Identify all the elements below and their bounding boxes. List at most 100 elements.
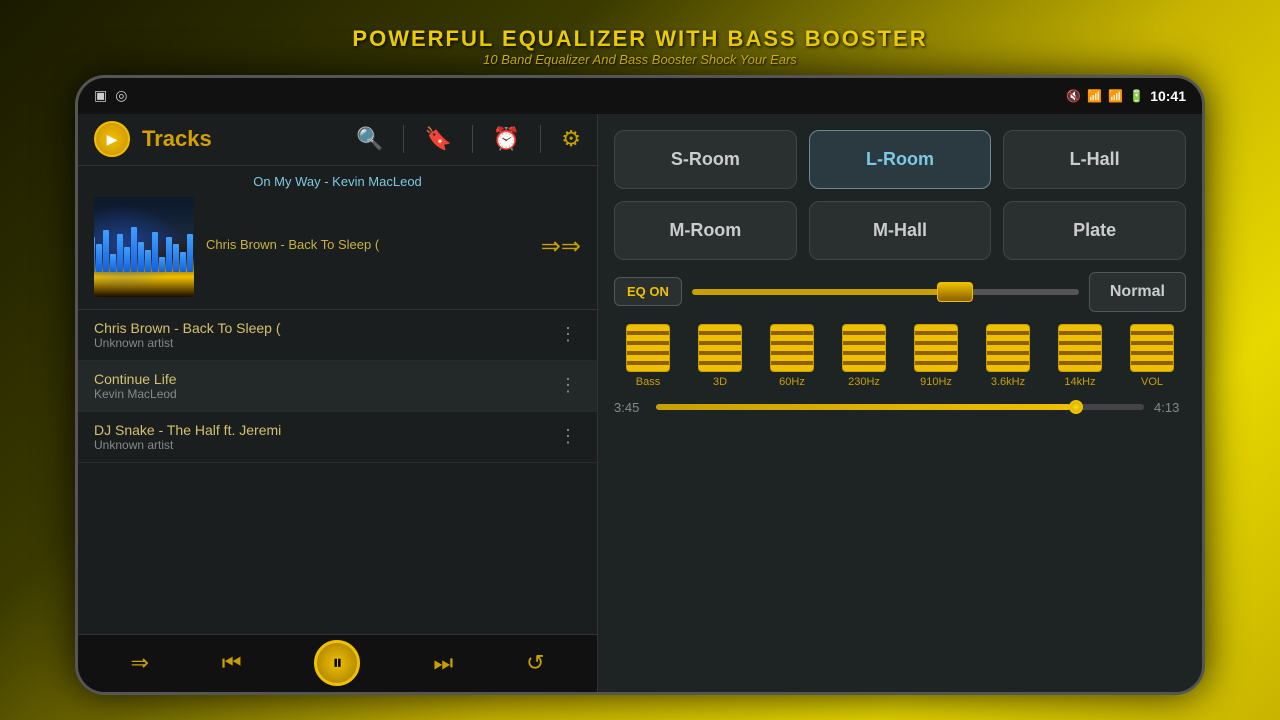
track-info: Continue Life Kevin MacLeod [94,371,555,401]
vis-bar [180,252,186,272]
status-bar: ▣ ◎ 🔇 📶 📶 🔋 10:41 [78,78,1202,114]
eq-band-slider[interactable] [770,324,814,372]
loop-button[interactable]: ↺ [526,650,544,676]
np-song-name: Chris Brown - Back To Sleep ( [206,237,521,252]
track-artist: Unknown artist [94,438,555,452]
play-header-button[interactable]: ▶ [94,121,130,157]
status-icon-1: ▣ [94,87,107,104]
reverb-button[interactable]: S-Room [614,130,797,189]
eq-band: 14kHz [1046,324,1114,388]
track-item[interactable]: DJ Snake - The Half ft. Jeremi Unknown a… [78,412,597,463]
eq-band-slider[interactable] [698,324,742,372]
vis-bar [138,242,144,272]
track-item[interactable]: Continue Life Kevin MacLeod ⋮ [78,361,597,412]
track-menu-icon[interactable]: ⋮ [555,422,581,451]
reverb-button[interactable]: M-Room [614,201,797,260]
eq-on-button[interactable]: EQ ON [614,277,682,306]
track-item[interactable]: Chris Brown - Back To Sleep ( Unknown ar… [78,310,597,361]
tracks-label: Tracks [142,126,212,152]
header-divider-1 [403,125,404,153]
normal-button[interactable]: Normal [1089,272,1186,312]
vis-bar [117,234,123,272]
vis-bar [103,230,109,272]
pause-icon: ⏸ [332,652,342,675]
eq-band-slider[interactable] [986,324,1030,372]
vis-bar [173,244,179,272]
next-icon: ⏭ [433,650,453,676]
eq-band-label: 3D [713,376,727,388]
shuffle-icon: ⇒ [130,650,148,676]
search-icon[interactable]: 🔍 [356,126,383,152]
mute-icon: 🔇 [1066,89,1081,103]
controls-bar: ⇒ ⏮ ⏸ ⏭ ↺ [78,634,597,692]
battery-icon: 🔋 [1129,89,1144,103]
header-divider-3 [540,125,541,153]
now-playing-section: On My Way - Kevin MacLeod Chris Brown - … [78,166,597,310]
header-icons: 🔍 🔖 ⏰ ⚙ [356,125,581,153]
vis-bar [124,247,130,272]
vis-bar [159,257,165,272]
reverb-button[interactable]: M-Hall [809,201,992,260]
eq-band: 3.6kHz [974,324,1042,388]
progress-thumb [1069,400,1083,414]
track-name: DJ Snake - The Half ft. Jeremi [94,422,555,438]
bookmark-icon[interactable]: 🔖 [424,126,451,152]
eq-band: 230Hz [830,324,898,388]
eq-band-slider[interactable] [842,324,886,372]
eq-band-slider[interactable] [626,324,670,372]
album-art [94,197,194,297]
track-name: Chris Brown - Back To Sleep ( [94,320,555,336]
reverb-button[interactable]: L-Hall [1003,130,1186,189]
eq-master-slider[interactable] [692,280,1079,304]
eq-controls-row: EQ ON Normal [614,272,1186,312]
next-button[interactable]: ⏭ [433,650,453,676]
eq-band-label: 60Hz [779,376,805,388]
app-subtitle: 10 Band Equalizer And Bass Booster Shock… [352,52,927,67]
track-info: DJ Snake - The Half ft. Jeremi Unknown a… [94,422,555,452]
vis-bar [110,254,116,272]
app-title: POWERFUL EQUALIZER WITH BASS BOOSTER [352,26,927,52]
eq-band-label: 910Hz [920,376,952,388]
track-artist: Unknown artist [94,336,555,350]
right-panel: S-RoomL-RoomL-Hall M-RoomM-HallPlate EQ O… [598,114,1202,692]
vis-bar [152,232,158,272]
eq-band-label: 3.6kHz [991,376,1025,388]
prev-icon: ⏮ [222,650,242,676]
eq-band-slider[interactable] [914,324,958,372]
visualizer-bars [94,222,194,272]
eq-bands: Bass 3D 60Hz 230Hz 910Hz 3.6kHz 14kHz VO… [614,324,1186,388]
track-list: Chris Brown - Back To Sleep ( Unknown ar… [78,310,597,634]
vis-bar [194,247,195,272]
prev-button[interactable]: ⏮ [222,650,242,676]
track-artist: Kevin MacLeod [94,387,555,401]
app-body: ▶ Tracks 🔍 🔖 ⏰ ⚙ On My Way - Kevin MacLe… [78,114,1202,692]
track-menu-icon[interactable]: ⋮ [555,371,581,400]
total-time: 4:13 [1154,400,1186,415]
eq-band: 910Hz [902,324,970,388]
track-name: Continue Life [94,371,555,387]
eq-band-label: 230Hz [848,376,880,388]
now-playing-info: Chris Brown - Back To Sleep ( [206,237,521,256]
reverb-button[interactable]: Plate [1003,201,1186,260]
device-frame: ▣ ◎ 🔇 📶 📶 🔋 10:41 ▶ Tracks 🔍 🔖 ⏰ [75,75,1205,695]
track-menu-icon[interactable]: ⋮ [555,320,581,349]
signal-icon: 📶 [1108,89,1123,103]
current-time: 3:45 [614,400,646,415]
settings-icon[interactable]: ⚙ [561,126,581,152]
eq-band-slider[interactable] [1130,324,1174,372]
eq-band: VOL [1118,324,1186,388]
vis-bar [131,227,137,272]
status-left-icons: ▣ ◎ [94,87,127,104]
forward-button[interactable]: ⇒⇒ [541,232,581,261]
vis-bar [96,244,102,272]
pause-button[interactable]: ⏸ [314,640,360,686]
header-divider-2 [472,125,473,153]
album-art-inner [94,197,194,297]
eq-band-slider[interactable] [1058,324,1102,372]
reverb-button[interactable]: L-Room [809,130,992,189]
alarm-icon[interactable]: ⏰ [493,126,520,152]
eq-band-label: Bass [636,376,660,388]
shuffle-button[interactable]: ⇒ [130,650,148,676]
progress-track[interactable] [656,404,1144,410]
wifi-icon: 📶 [1087,89,1102,103]
